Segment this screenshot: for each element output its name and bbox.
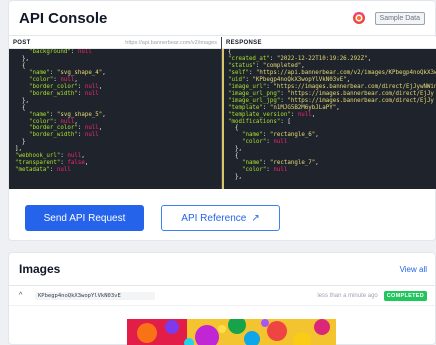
code-line: } bbox=[15, 139, 26, 146]
image-uid: KPbegp4noQkX3wopYlVkN03vE bbox=[35, 291, 155, 300]
sample-data-button[interactable]: Sample Data bbox=[374, 11, 425, 25]
code-line: }, bbox=[228, 146, 242, 153]
generated-image-preview[interactable] bbox=[127, 319, 336, 345]
code-line: "self": "https://api.bannerbear.com/v2/i… bbox=[228, 69, 436, 76]
images-card: Images View all ^ KPbegp4noQkX3wopYlVkN0… bbox=[8, 252, 436, 345]
code-line: "template": "n1MJG5B2M6ybJLaPY", bbox=[228, 104, 340, 111]
console-actions: Send API Request API Reference ↗ bbox=[25, 205, 280, 231]
code-line: "transparent": false, bbox=[15, 160, 89, 167]
code-line: "background": null bbox=[28, 49, 92, 55]
api-reference-label: API Reference bbox=[181, 212, 247, 224]
code-line: "webhook_url": null, bbox=[15, 153, 85, 160]
code-line: "name": "svg_shape_4", bbox=[28, 69, 106, 76]
code-line: "uid": "KPbegp4noQkX3wopYlVkN03vE", bbox=[228, 76, 351, 83]
request-body-editor[interactable]: "background": null }, { "name": "svg_sha… bbox=[9, 49, 221, 189]
bannerbear-logo-icon bbox=[352, 12, 365, 24]
images-header: Images View all bbox=[9, 253, 435, 286]
code-line: { bbox=[15, 104, 26, 111]
code-line: { bbox=[228, 125, 239, 132]
code-line: "border_color": null, bbox=[28, 125, 103, 132]
post-pane-header: POST https://api.bannerbear.com/v2/image… bbox=[9, 37, 221, 49]
post-label: POST bbox=[13, 39, 31, 46]
code-line: { bbox=[228, 49, 232, 55]
code-line: "border_width": null bbox=[28, 132, 99, 139]
post-pane: POST https://api.bannerbear.com/v2/image… bbox=[9, 37, 222, 189]
response-label: RESPONSE bbox=[226, 39, 262, 46]
code-line: "color": null bbox=[241, 167, 288, 174]
status-badge: COMPLETED bbox=[383, 290, 427, 301]
code-line: "border_color": null, bbox=[28, 83, 103, 90]
page-title: API Console bbox=[19, 9, 108, 27]
images-title: Images bbox=[19, 262, 61, 276]
console-header: API Console Sample Data bbox=[9, 1, 435, 36]
image-row[interactable]: ^ KPbegp4noQkX3wopYlVkN03vE less than a … bbox=[9, 286, 435, 306]
external-link-icon: ↗ bbox=[251, 212, 260, 224]
code-line: }, bbox=[15, 97, 29, 104]
code-line: "image_url": "https://images.bannerbear.… bbox=[228, 83, 436, 90]
console-panes: POST https://api.bannerbear.com/v2/image… bbox=[9, 37, 436, 189]
code-line: "status": "completed", bbox=[228, 62, 305, 69]
response-pane-header: RESPONSE bbox=[222, 37, 436, 49]
code-line: "border_width": null bbox=[28, 90, 99, 97]
code-line: "modifications": [ bbox=[228, 118, 291, 125]
code-line: }, bbox=[15, 55, 29, 62]
response-pane: RESPONSE {"created_at": "2022-12-22T10:1… bbox=[222, 37, 436, 189]
view-all-link[interactable]: View all bbox=[400, 265, 427, 274]
code-line: "color": null bbox=[241, 139, 288, 146]
api-reference-button[interactable]: API Reference ↗ bbox=[161, 205, 280, 231]
code-line: "template_version": null, bbox=[228, 111, 316, 118]
code-line: "color": null, bbox=[28, 118, 78, 125]
code-line: "name": "rectangle_6", bbox=[241, 132, 319, 139]
code-line: "color": null, bbox=[28, 76, 78, 83]
code-line: "metadata": null bbox=[15, 167, 71, 174]
image-timestamp: less than a minute ago bbox=[317, 292, 378, 299]
code-line: "name": "rectangle_7", bbox=[241, 160, 319, 167]
response-body-viewer[interactable]: {"created_at": "2022-12-22T10:19:26.292Z… bbox=[222, 49, 436, 189]
code-line: { bbox=[228, 153, 239, 160]
code-line: ], bbox=[15, 146, 22, 153]
code-line: }, bbox=[228, 174, 242, 181]
endpoint-url: https://api.bannerbear.com/v2/images bbox=[125, 39, 217, 46]
code-line: "image_url_png": "https://images.bannerb… bbox=[228, 90, 434, 97]
api-console-card: API Console Sample Data POST https://api… bbox=[8, 0, 436, 241]
code-line: "image_url_jpg": "https://images.bannerb… bbox=[228, 97, 434, 104]
chevron-up-icon[interactable]: ^ bbox=[19, 292, 29, 299]
code-line: "name": "svg_shape_5", bbox=[28, 111, 106, 118]
code-line: { bbox=[15, 62, 26, 69]
code-line: "created_at": "2022-12-22T10:19:26.292Z"… bbox=[228, 55, 372, 62]
send-api-request-button[interactable]: Send API Request bbox=[25, 205, 144, 231]
